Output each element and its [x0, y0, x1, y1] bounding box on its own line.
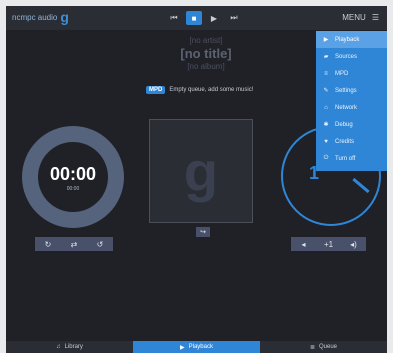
play-icon: ▶ — [323, 37, 329, 43]
stop-button[interactable]: ■ — [186, 11, 202, 25]
title-text: [no title] — [180, 46, 232, 61]
tab-playback-label: Playback — [188, 344, 213, 350]
tab-playback[interactable]: ▶ Playback — [133, 341, 260, 353]
app-title: ncmpc audio — [12, 12, 58, 22]
menu-item-label: Playback — [335, 36, 360, 43]
tab-library[interactable]: ♫ Library — [6, 341, 133, 353]
menu-item-label: Settings — [335, 87, 357, 94]
folder-icon: ▰ — [323, 54, 329, 60]
artist-text: [no artist] — [189, 36, 223, 45]
wrench-icon: ✎ — [323, 88, 329, 94]
playback-icon: ▶ — [180, 344, 185, 351]
app-frame: ncmpc audio g ⏮ ■ ▶ ⏭ MENU ☰ [no artist]… — [6, 6, 387, 353]
volume-down-button[interactable]: ◂ — [291, 237, 316, 251]
menu-item-mpd[interactable]: ≡ MPD — [316, 65, 387, 82]
menu-item-network[interactable]: ⌂ Network — [316, 99, 387, 116]
album-cover: g — [149, 119, 253, 223]
brand[interactable]: ncmpc audio g — [12, 9, 72, 25]
heart-icon: ♥ — [324, 138, 328, 145]
volume-up-icon: ◂) — [350, 239, 357, 249]
share-icon: ↪ — [200, 229, 206, 236]
tab-queue[interactable]: ≣ Queue — [260, 341, 387, 353]
menu-item-turn-off[interactable]: ⏻ Turn off — [316, 150, 387, 167]
menu-item-credits[interactable]: ♥ Credits — [316, 133, 387, 150]
next-button[interactable]: ⏭ — [226, 11, 242, 25]
network-icon: ⌂ — [324, 104, 328, 111]
tab-queue-label: Queue — [319, 344, 338, 350]
volume-step-button[interactable]: +1 — [316, 237, 341, 251]
menu-item-settings[interactable]: ✎ Settings — [316, 82, 387, 99]
power-icon: ⏻ — [323, 155, 329, 161]
hamburger-icon: ☰ — [371, 13, 379, 22]
cover-logo-icon: g — [183, 139, 219, 203]
top-bar: ncmpc audio g ⏮ ■ ▶ ⏭ MENU ☰ — [6, 6, 387, 30]
library-icon: ♫ — [56, 344, 61, 350]
single-button[interactable]: ↺ — [87, 237, 113, 251]
queue-icon: ≣ — [309, 344, 315, 351]
menu-item-label: Sources — [335, 53, 358, 60]
status-text: Empty queue, add some music! — [169, 87, 254, 93]
menu-item-label: MPD — [335, 70, 349, 77]
elapsed-time: 00:00 — [49, 164, 97, 184]
mpd-badge: MPD — [146, 86, 166, 94]
menu-item-label: Network — [335, 104, 358, 111]
tab-library-label: Library — [64, 344, 83, 350]
shuffle-button[interactable]: ⇄ — [61, 237, 87, 251]
playback-mode-controls: ↻ ⇄ ↺ — [35, 237, 113, 251]
timer-inner: 00:00 00:00 — [38, 142, 108, 212]
share-button[interactable]: ↪ — [196, 227, 210, 237]
album-text: [no album] — [187, 62, 225, 71]
menu-item-playback[interactable]: ▶ Playback — [316, 31, 387, 48]
now-playing-meta: [no artist] [no title] [no album] — [126, 36, 286, 71]
dropdown-menu: ▶ Playback ▰ Sources ≡ MPD ✎ Settings ⌂ … — [316, 31, 387, 171]
menu-item-sources[interactable]: ▰ Sources — [316, 48, 387, 65]
timer-dial: 00:00 00:00 — [22, 126, 124, 228]
elapsed-time-small: 00:00 — [66, 186, 80, 192]
menu-item-label: Credits — [335, 138, 355, 145]
menu-item-label: Debug — [335, 121, 353, 128]
volume-up-button[interactable]: ◂) — [341, 237, 366, 251]
status-message: MPD Empty queue, add some music! — [146, 86, 253, 94]
menu-item-label: Turn off — [335, 155, 356, 162]
shuffle-icon: ⇄ — [70, 239, 78, 249]
single-icon: ↺ — [96, 239, 104, 249]
logo-icon: g — [60, 9, 69, 25]
volume-down-icon: ◂ — [301, 239, 306, 249]
repeat-button[interactable]: ↻ — [35, 237, 61, 251]
menu-button[interactable]: MENU ☰ — [342, 13, 379, 22]
bug-icon: ✱ — [323, 122, 329, 128]
repeat-icon: ↻ — [44, 239, 52, 249]
menu-item-debug[interactable]: ✱ Debug — [316, 116, 387, 133]
transport-controls: ⏮ ■ ▶ ⏭ — [166, 11, 242, 25]
volume-step-icon: +1 — [323, 239, 334, 249]
list-icon: ≡ — [324, 70, 328, 77]
volume-controls: ◂ +1 ◂) — [291, 237, 366, 251]
prev-button[interactable]: ⏮ — [166, 11, 182, 25]
bottom-nav: ♫ Library ▶ Playback ≣ Queue — [6, 341, 387, 353]
volume-needle[interactable] — [352, 177, 370, 194]
menu-label: MENU — [342, 13, 366, 22]
play-button[interactable]: ▶ — [206, 11, 222, 25]
